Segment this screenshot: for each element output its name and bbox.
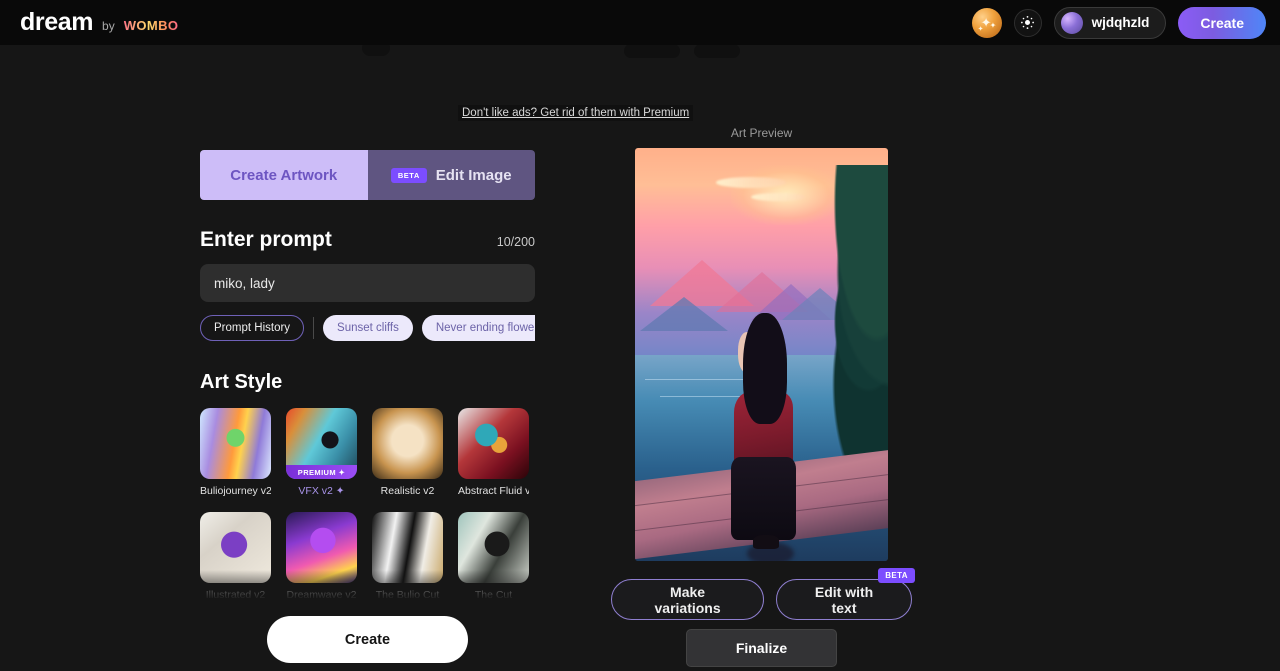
style-thumbnail — [200, 512, 271, 583]
background-shape — [694, 44, 740, 58]
sparkle-glyph: ✦ — [989, 20, 997, 30]
tab-edit-image-label: Edit Image — [435, 166, 512, 184]
style-thumbnail: PREMIUM ✦ — [286, 408, 357, 479]
style-card-dreamwave-v2[interactable]: Dreamwave v2 — [286, 512, 357, 601]
tab-edit-image[interactable]: BETA Edit Image — [367, 150, 535, 200]
miko-figure — [726, 313, 802, 561]
premium-badge: PREMIUM ✦ — [286, 465, 357, 479]
artwork-actions: Make variations BETA Edit with text — [611, 568, 915, 620]
style-card-realistic-v2[interactable]: Realistic v2 — [372, 408, 443, 497]
style-label: Buliojourney v2 — [200, 485, 271, 497]
style-label: The Cut — [474, 589, 513, 601]
style-card-the-cut[interactable]: The Cut — [458, 512, 529, 601]
prompt-title: Enter prompt — [200, 228, 332, 251]
app-header: dream by WOMBO ✦ ✦ ✦ wjdqhzld Create — [0, 0, 1280, 45]
suggestion-chip-1[interactable]: Sunset cliffs — [323, 315, 413, 341]
brand-logo[interactable]: dream by WOMBO — [20, 8, 178, 37]
mountain — [640, 296, 729, 331]
sun-brightness-icon[interactable] — [1013, 8, 1042, 37]
header-create-button[interactable]: Create — [1178, 6, 1266, 39]
sparkle-orb-avatar-icon[interactable]: ✦ ✦ ✦ — [971, 7, 1002, 38]
prompt-header: Enter prompt 10/200 — [200, 228, 535, 252]
logo-by-text: by — [102, 19, 115, 33]
style-label: Illustrated v2 — [205, 589, 266, 601]
mode-tabs: Create Artwork BETA Edit Image — [200, 150, 535, 200]
create-artwork-panel: Create Artwork BETA Edit Image Enter pro… — [200, 150, 535, 610]
style-label: VFX v2 ✦ — [298, 485, 345, 497]
create-button[interactable]: Create — [267, 616, 468, 663]
style-card-abstract-fluid-v2[interactable]: Abstract Fluid v2 — [458, 408, 529, 497]
edit-with-text-button[interactable]: BETA Edit with text — [776, 568, 915, 620]
suggestion-chip-2[interactable]: Never ending flower — [421, 315, 535, 341]
background-shape — [624, 44, 680, 58]
sparkle-glyph: ✦ — [977, 25, 984, 33]
style-card-vfx-v2[interactable]: PREMIUM ✦ VFX v2 ✦ — [286, 408, 357, 497]
make-variations-button[interactable]: Make variations — [611, 579, 765, 620]
avatar — [1060, 11, 1083, 34]
style-thumbnail — [372, 512, 443, 583]
style-label: The Bulio Cut — [375, 589, 440, 601]
header-actions: ✦ ✦ ✦ wjdqhzld Create — [971, 6, 1266, 39]
style-card-illustrated-v2[interactable]: Illustrated v2 — [200, 512, 271, 601]
prompt-history-button[interactable]: Prompt History — [200, 315, 305, 341]
prompt-char-counter: 10/200 — [496, 235, 535, 249]
art-preview-label: Art Preview — [730, 126, 793, 140]
art-style-grid: Buliojourney v2 PREMIUM ✦ VFX v2 ✦ Reali… — [200, 408, 535, 601]
logo-dream-text: dream — [20, 8, 94, 36]
style-label: Dreamwave v2 — [286, 589, 357, 601]
black-hair — [742, 313, 787, 425]
generated-artwork-image[interactable] — [635, 148, 888, 561]
logo-wombo-text: WOMBO — [123, 18, 179, 33]
prompt-suggestions-row: Prompt History Sunset cliffs Never endin… — [200, 315, 535, 341]
prompt-input[interactable] — [200, 264, 535, 302]
beta-badge: BETA — [878, 568, 915, 583]
style-thumbnail — [372, 408, 443, 479]
style-card-the-bulio-cut[interactable]: The Bulio Cut — [372, 512, 443, 601]
edit-with-text-label: Edit with text — [814, 583, 874, 616]
tab-create-artwork-label: Create Artwork — [230, 166, 338, 184]
style-label: Realistic v2 — [380, 485, 435, 497]
beta-badge: BETA — [390, 167, 427, 183]
style-card-buliojourney-v2[interactable]: Buliojourney v2 — [200, 408, 271, 497]
username-label: wjdqhzld — [1091, 15, 1150, 30]
style-thumbnail — [200, 408, 271, 479]
make-variations-label: Make variations — [654, 583, 721, 616]
pine-trees — [791, 164, 888, 479]
shoe — [753, 535, 780, 550]
art-style-title: Art Style — [200, 371, 283, 393]
style-thumbnail — [458, 512, 529, 583]
style-label: Abstract Fluid v2 — [458, 485, 529, 497]
dark-skirt — [730, 456, 796, 540]
style-thumbnail — [286, 512, 357, 583]
user-account-chip[interactable]: wjdqhzld — [1053, 6, 1167, 39]
tab-create-artwork[interactable]: Create Artwork — [200, 150, 368, 200]
style-thumbnail — [458, 408, 529, 479]
finalize-button[interactable]: Finalize — [686, 629, 837, 667]
cloud — [715, 176, 786, 188]
premium-ads-link[interactable]: Don't like ads? Get rid of them with Pre… — [458, 105, 694, 121]
divider — [313, 317, 315, 339]
art-preview-panel: Art Preview Make variations BETA Edit wi… — [611, 126, 915, 667]
